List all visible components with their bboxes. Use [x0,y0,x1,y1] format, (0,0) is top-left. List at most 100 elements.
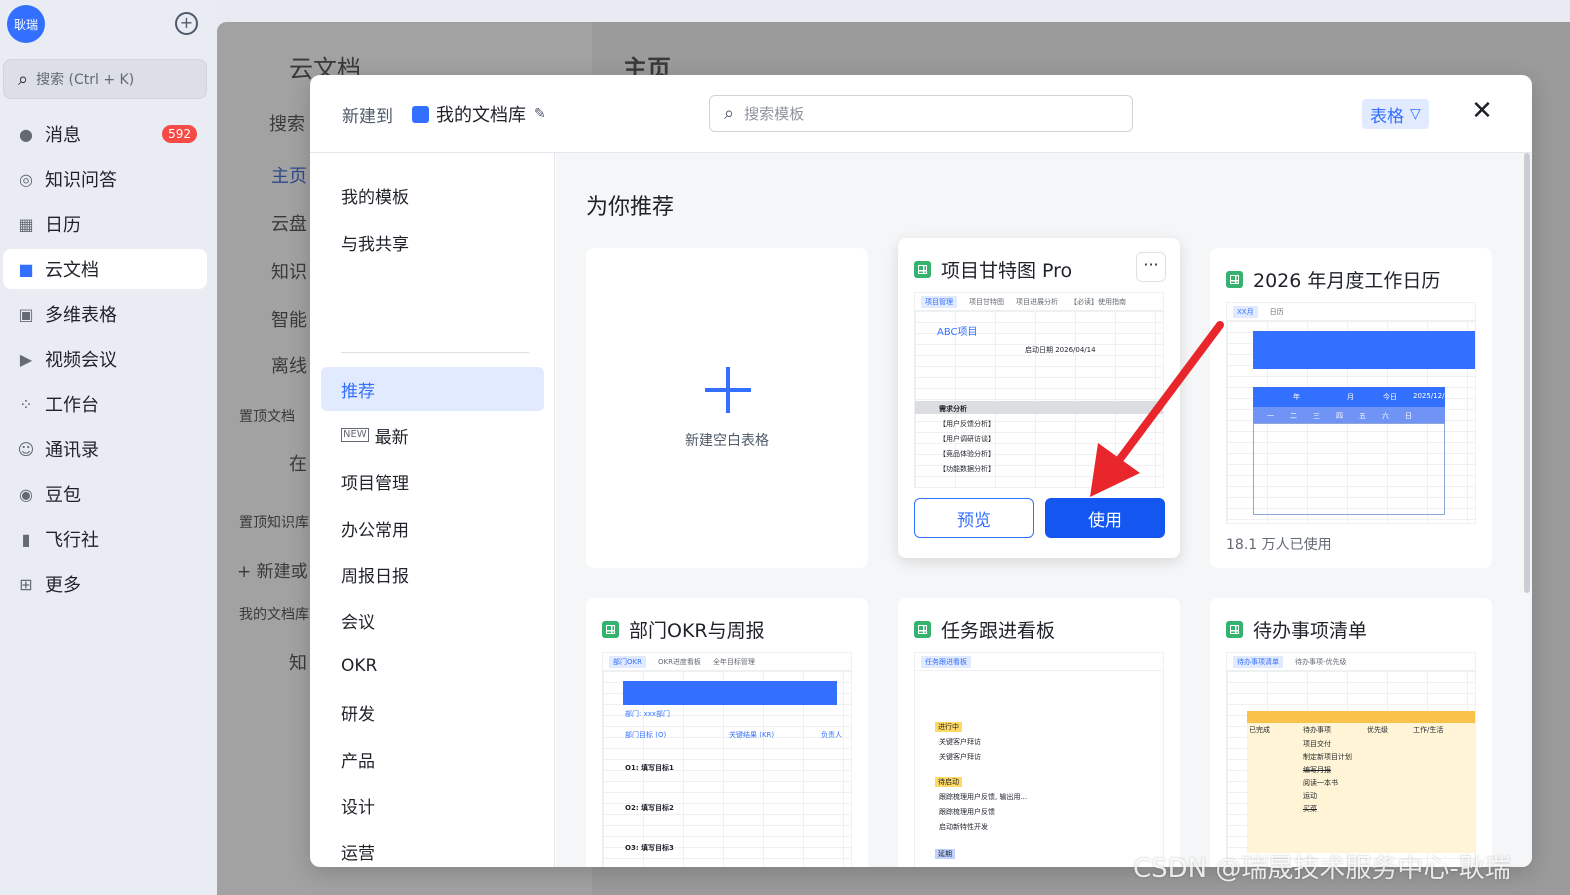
scrollbar[interactable] [1524,153,1530,593]
nav-label: 日历 [45,215,81,236]
thumb-group: 延期 [935,849,955,859]
thumb-group: 进行中 [935,722,962,732]
category-office[interactable]: 办公常用 [321,506,544,550]
thumb-year: 年 [1293,393,1300,401]
thumb-objective: O2: 填写目标2 [625,804,674,812]
preview-button[interactable]: 预览 [914,498,1034,538]
search-placeholder: 搜索 (Ctrl + K) [36,72,135,88]
category-okr[interactable]: OKR [321,644,544,688]
background-nav-home: 主页 [271,166,307,187]
nav-item-video[interactable]: ▶ 视频会议 [3,339,207,379]
category-label: 产品 [341,751,375,772]
category-recommended[interactable]: 推荐 [321,367,544,411]
thumb-task: 跟踪梳理用户反馈 [939,808,995,816]
flight-icon: ▮ [21,529,31,549]
nav-item-workbench[interactable]: ⁘ 工作台 [3,384,207,424]
category-label: 设计 [341,797,375,818]
library-name: 我的文档库 [436,105,526,126]
doc-icon: ■ [18,259,34,279]
card-title-text: 2026 年月度工作日历 [1253,270,1441,292]
close-icon[interactable]: ✕ [1468,97,1496,125]
thumb-item: 项目交付 [1303,740,1331,748]
thumb-group: 待启动 [935,777,962,787]
thumb-item: 制定新项目计划 [1303,753,1352,761]
nav-label: 通讯录 [45,440,99,461]
thumb-tab: 全年目标管理 [712,657,755,666]
category-label: 会议 [341,612,375,633]
sheet-icon [1226,621,1243,638]
category-design[interactable]: 设计 [321,783,544,827]
background-section: + 新建或 [237,562,308,582]
nav-item-doubao[interactable]: ◉ 豆包 [3,474,207,514]
thumb-tab: 部门OKR [609,655,646,668]
sheet-icon [602,621,619,638]
template-card-okr[interactable]: 部门OKR与周报 部门OKR OKR进度看板 全年目标管理 部门: xxx部门 … [586,598,868,867]
background-section: 我的文档库 [239,607,309,623]
thumb-month: 月 [1347,393,1354,401]
usage-count: 18.1 万人已使用 [1226,537,1332,553]
category-my-templates[interactable]: 我的模板 [321,173,544,217]
thumb-task: 启动新特性开发 [939,823,988,831]
thumb-header-band [1247,711,1475,723]
more-options-button[interactable]: ··· [1136,252,1166,282]
template-card-taskboard[interactable]: 任务跟进看板 任务跟进看板 进行中 关键客户拜访 关键客户拜访 待启动 跟踪梳理… [898,598,1180,867]
thumb-col: 工作/生活 [1413,726,1444,734]
thumb-tab: 待办事项-优先级 [1295,657,1347,666]
thumb-tab: 【必读】使用指南 [1070,297,1126,306]
thumb-tab: 项目管理 [921,295,957,308]
add-icon[interactable]: + [175,12,198,35]
global-search[interactable]: ⌕ 搜索 (Ctrl + K) [3,59,207,99]
nav-item-calendar[interactable]: ▦ 日历 [3,204,207,244]
video-icon: ▶ [19,349,33,369]
nav-item-qa[interactable]: ◎ 知识问答 [3,159,207,199]
nav-label: 工作台 [45,395,99,416]
template-search-input[interactable]: ⌕ 搜索模板 [709,95,1133,132]
nav-item-bitable[interactable]: ▣ 多维表格 [3,294,207,334]
thumb-col: 已完成 [1249,726,1270,734]
category-meeting[interactable]: 会议 [321,598,544,642]
category-shared[interactable]: 与我共享 [321,220,544,264]
template-card-calendar[interactable]: 2026 年月度工作日历 XX月 日历 年 月 今日 2025/12/29 一二… [1210,248,1492,568]
table-icon: ▣ [18,304,34,324]
card-title-text: 部门OKR与周报 [629,620,765,642]
thumb-tab: 项目进展分析 [1016,297,1058,306]
thumb-dept: 部门: xxx部门 [625,710,671,718]
category-rd[interactable]: 研发 [321,690,544,734]
category-operations[interactable]: 运营 [321,829,544,867]
background-section: 知 [289,653,307,674]
category-reports[interactable]: 周报日报 [321,552,544,596]
nav-item-more[interactable]: ⊞ 更多 [3,564,207,604]
preview-label: 预览 [957,510,991,531]
avatar[interactable]: 耿瑞 [7,5,45,43]
app-window: 耿瑞 + ⌕ 搜索 (Ctrl + K) ● 消息 592 ◎ 知识问答 ▦ 日… [0,0,1570,895]
thumb-project: ABC项目 [937,327,978,338]
nav-label: 知识问答 [45,170,117,191]
nav-item-messages[interactable]: ● 消息 592 [3,114,207,154]
nav-label: 飞行社 [45,530,99,551]
edit-icon[interactable]: ✎ [534,106,546,122]
card-title-text: 任务跟进看板 [941,620,1056,642]
blank-sheet-card[interactable]: 新建空白表格 [586,248,868,568]
type-filter-button[interactable]: 表格 ▽ [1362,99,1429,129]
thumb-item: 运动 [1303,792,1317,800]
category-product[interactable]: 产品 [321,737,544,781]
library-selector[interactable]: 我的文档库 ✎ [412,101,546,127]
nav-item-contacts[interactable]: ☺ 通讯录 [3,429,207,469]
category-label: 周报日报 [341,566,409,587]
new-to-label: 新建到 [342,107,393,127]
nav-item-flight[interactable]: ▮ 飞行社 [3,519,207,559]
thumb-task: 关键客户拜访 [939,738,981,746]
library-icon [412,105,429,123]
card-title: 部门OKR与周报 [602,616,765,643]
category-latest[interactable]: NEW 最新 [321,413,544,457]
card-title: 待办事项清单 [1226,616,1367,643]
category-project[interactable]: 项目管理 [321,459,544,503]
nav-item-docs[interactable]: ■ 云文档 [3,249,207,289]
thumb-task: 关键客户拜访 [939,753,981,761]
template-card-todo[interactable]: 待办事项清单 待办事项清单 待办事项-优先级 已完成 待办事项 优先级 工作/生… [1210,598,1492,867]
qa-icon: ◎ [19,169,33,189]
card-title: 项目甘特图 Pro [914,256,1072,283]
window-topbar [217,0,1570,22]
card-title-text: 项目甘特图 Pro [941,260,1073,282]
filter-label: 表格 [1370,106,1404,127]
